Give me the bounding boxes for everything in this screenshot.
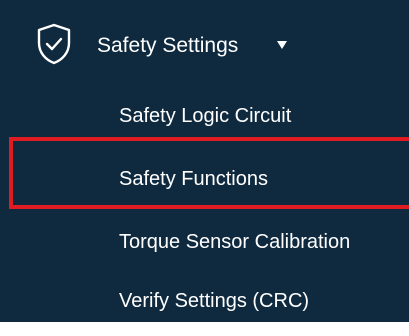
caret-down-icon[interactable] bbox=[276, 40, 288, 50]
shield-check-icon bbox=[37, 23, 71, 65]
safety-settings-label: Safety Settings bbox=[97, 34, 239, 57]
menu-item-label: Torque Sensor Calibration bbox=[119, 231, 351, 253]
menu-item-safety-logic-circuit[interactable]: Safety Logic Circuit bbox=[0, 88, 409, 144]
safety-settings-menu: Safety Settings Safety Logic Circuit Saf… bbox=[0, 0, 409, 322]
menu-item-safety-functions[interactable]: Safety Functions bbox=[0, 151, 409, 207]
menu-item-label: Verify Settings (CRC) bbox=[119, 290, 310, 312]
menu-item-torque-sensor-calibration[interactable]: Torque Sensor Calibration bbox=[0, 214, 409, 270]
menu-item-label: Safety Functions bbox=[119, 168, 268, 190]
menu-item-verify-settings-crc[interactable]: Verify Settings (CRC) bbox=[0, 273, 409, 329]
safety-settings-header[interactable]: Safety Settings bbox=[0, 0, 409, 90]
menu-item-label: Safety Logic Circuit bbox=[119, 105, 292, 127]
